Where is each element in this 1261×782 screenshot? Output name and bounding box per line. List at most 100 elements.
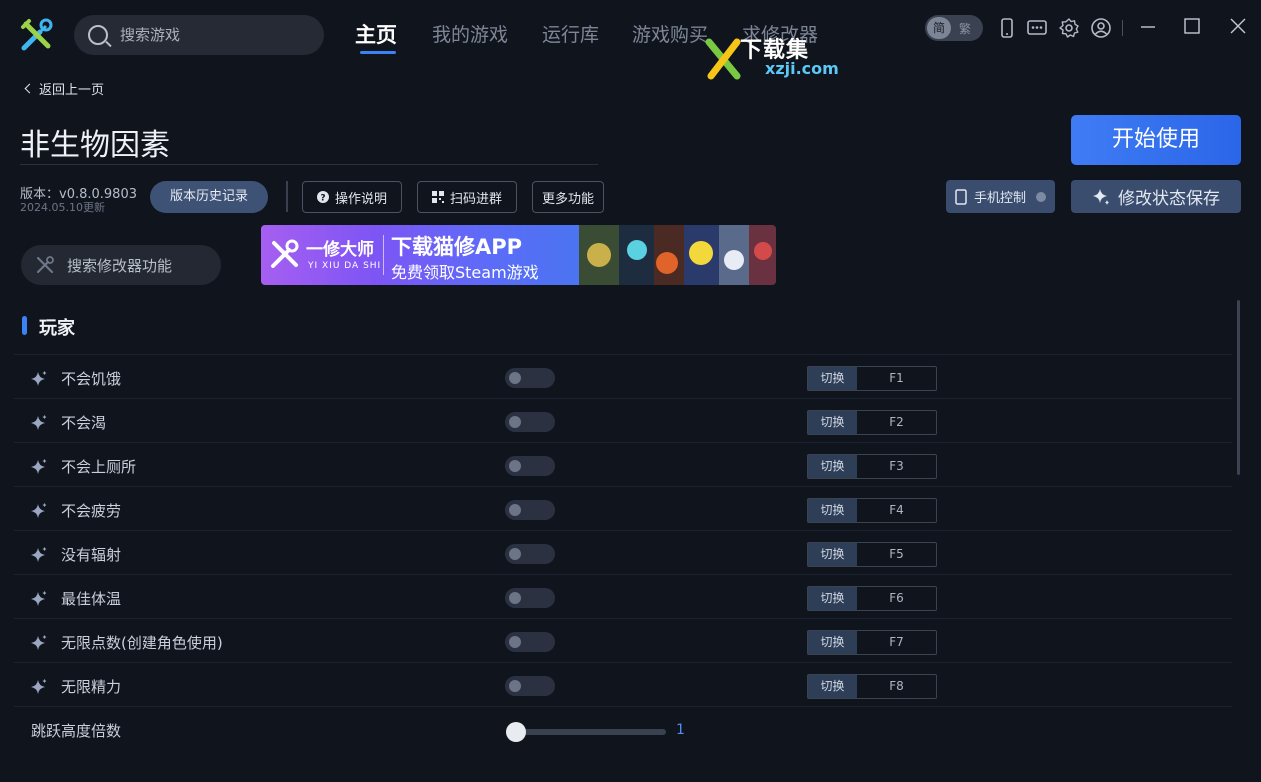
title-divider bbox=[20, 164, 598, 165]
sparkle-icon bbox=[30, 502, 48, 520]
banner-title: 下载猫修APP bbox=[391, 235, 523, 259]
phone-icon[interactable] bbox=[996, 17, 1018, 39]
hotkey-box[interactable]: 切换 F7 bbox=[807, 630, 937, 655]
phone-control-button[interactable]: 手机控制 bbox=[946, 180, 1055, 213]
hotkey-box[interactable]: 切换 F8 bbox=[807, 674, 937, 699]
banner-brand: 一修大师 bbox=[306, 240, 374, 260]
feature-list: 不会饥饿 切换 F1 不会渴 切换 F2 不会上厕所 切换 F3 不会疲劳 切换 F4 没有辐射 切换 F5… bbox=[14, 354, 1232, 750]
user-icon[interactable] bbox=[1090, 17, 1112, 39]
feature-toggle[interactable] bbox=[505, 544, 555, 564]
start-button[interactable]: 开始使用 bbox=[1071, 115, 1241, 165]
nav-tab-runtime[interactable]: 运行库 bbox=[542, 20, 599, 50]
banner-subtitle: 免费领取Steam游戏 bbox=[391, 263, 539, 282]
feature-toggle[interactable] bbox=[505, 368, 555, 388]
manual-label: 操作说明 bbox=[334, 191, 387, 207]
hotkey-key[interactable]: F3 bbox=[857, 455, 936, 478]
feature-label: 不会疲劳 bbox=[61, 502, 122, 520]
feature-row: 最佳体温 切换 F6 bbox=[14, 574, 1232, 618]
sparkle-icon bbox=[30, 546, 48, 564]
chevron-left-icon bbox=[24, 83, 35, 94]
promo-banner[interactable]: 一修大师 YI XIU DA SHI 下载猫修APP 免费领取Steam游戏 bbox=[261, 225, 776, 285]
watermark-url: xzji.com bbox=[765, 59, 839, 78]
hotkey-box[interactable]: 切换 F2 bbox=[807, 410, 937, 435]
hotkey-action: 切换 bbox=[808, 675, 857, 698]
hotkey-box[interactable]: 切换 F1 bbox=[807, 366, 937, 391]
qr-group-button[interactable]: 扫码进群 bbox=[417, 181, 517, 213]
wrench-icon bbox=[36, 256, 54, 274]
manual-button[interactable]: ? 操作说明 bbox=[302, 181, 402, 213]
language-switch[interactable]: 简 繁 bbox=[925, 15, 983, 41]
banner-divider bbox=[383, 235, 384, 275]
lang-traditional[interactable]: 繁 bbox=[951, 20, 979, 37]
phone-control-label: 手机控制 bbox=[974, 191, 1027, 206]
feature-toggle[interactable] bbox=[505, 588, 555, 608]
hotkey-box[interactable]: 切换 F6 bbox=[807, 586, 937, 611]
version-date: 2024.05.10更新 bbox=[20, 201, 105, 214]
game-search-input[interactable] bbox=[120, 26, 300, 44]
nav-active-indicator bbox=[360, 51, 396, 54]
hotkey-action: 切换 bbox=[808, 587, 857, 610]
sparkle-icon bbox=[30, 414, 48, 432]
hotkey-key[interactable]: F6 bbox=[857, 587, 936, 610]
feature-row: 无限精力 切换 F8 bbox=[14, 662, 1232, 706]
qr-code-icon bbox=[431, 191, 444, 203]
app-logo-icon bbox=[20, 18, 54, 52]
slider-handle[interactable] bbox=[506, 722, 526, 742]
slider-label: 跳跃高度倍数 bbox=[31, 722, 122, 740]
close-icon[interactable] bbox=[1226, 16, 1250, 38]
save-state-button[interactable]: 修改状态保存 bbox=[1071, 180, 1241, 213]
lang-simplified[interactable]: 简 bbox=[927, 17, 951, 39]
hotkey-box[interactable]: 切换 F3 bbox=[807, 454, 937, 479]
feature-row: 无限点数(创建角色使用) 切换 F7 bbox=[14, 618, 1232, 662]
svg-text:?: ? bbox=[320, 194, 325, 204]
feature-toggle[interactable] bbox=[505, 412, 555, 432]
feature-toggle[interactable] bbox=[505, 500, 555, 520]
hotkey-box[interactable]: 切换 F5 bbox=[807, 542, 937, 567]
hotkey-key[interactable]: F8 bbox=[857, 675, 936, 698]
hotkey-key[interactable]: F7 bbox=[857, 631, 936, 654]
hotkey-action: 切换 bbox=[808, 499, 857, 522]
hotkey-key[interactable]: F2 bbox=[857, 411, 936, 434]
scrollbar[interactable] bbox=[1237, 300, 1240, 475]
hotkey-key[interactable]: F5 bbox=[857, 543, 936, 566]
more-features-button[interactable]: 更多功能 bbox=[532, 181, 604, 213]
maximize-icon[interactable] bbox=[1180, 16, 1204, 38]
back-label: 返回上一页 bbox=[39, 83, 105, 98]
minimize-icon[interactable] bbox=[1136, 16, 1160, 38]
feature-label: 无限精力 bbox=[61, 678, 122, 696]
sparkle-icon bbox=[30, 590, 48, 608]
toolbar-divider bbox=[1122, 20, 1123, 36]
feature-toggle[interactable] bbox=[505, 632, 555, 652]
banner-brand-sub: YI XIU DA SHI bbox=[308, 261, 382, 271]
save-state-label: 修改状态保存 bbox=[1118, 189, 1220, 209]
feature-row: 不会疲劳 切换 F4 bbox=[14, 486, 1232, 530]
game-search-box[interactable] bbox=[74, 15, 324, 55]
back-link[interactable]: 返回上一页 bbox=[24, 79, 105, 98]
sparkle-icon bbox=[30, 634, 48, 652]
nav-tab-my-games[interactable]: 我的游戏 bbox=[432, 20, 508, 50]
hotkey-key[interactable]: F4 bbox=[857, 499, 936, 522]
feature-label: 不会渴 bbox=[61, 414, 107, 432]
hotkey-action: 切换 bbox=[808, 455, 857, 478]
nav-tab-game-purchase[interactable]: 游戏购买 bbox=[632, 20, 708, 50]
hotkey-box[interactable]: 切换 F4 bbox=[807, 498, 937, 523]
version-history-button[interactable]: 版本历史记录 bbox=[150, 181, 268, 213]
hotkey-key[interactable]: F1 bbox=[857, 367, 936, 390]
feature-toggle[interactable] bbox=[505, 676, 555, 696]
sparkle-icon bbox=[30, 370, 48, 388]
feature-search-box[interactable]: 搜索修改器功能 bbox=[21, 245, 221, 285]
slider-row: 跳跃高度倍数 1 bbox=[14, 706, 1232, 750]
chat-icon[interactable] bbox=[1026, 17, 1048, 39]
feature-label: 没有辐射 bbox=[61, 546, 122, 564]
help-icon: ? bbox=[316, 191, 329, 204]
slider-track[interactable] bbox=[516, 729, 666, 735]
section-marker bbox=[22, 316, 27, 335]
phone-icon bbox=[955, 188, 967, 205]
slider-value: 1 bbox=[676, 722, 685, 738]
sparkle-icon bbox=[30, 678, 48, 696]
status-dot bbox=[1036, 191, 1047, 202]
feature-toggle[interactable] bbox=[505, 456, 555, 476]
gear-icon[interactable] bbox=[1058, 17, 1080, 39]
nav-tab-home[interactable]: 主页 bbox=[355, 20, 397, 50]
hotkey-action: 切换 bbox=[808, 367, 857, 390]
